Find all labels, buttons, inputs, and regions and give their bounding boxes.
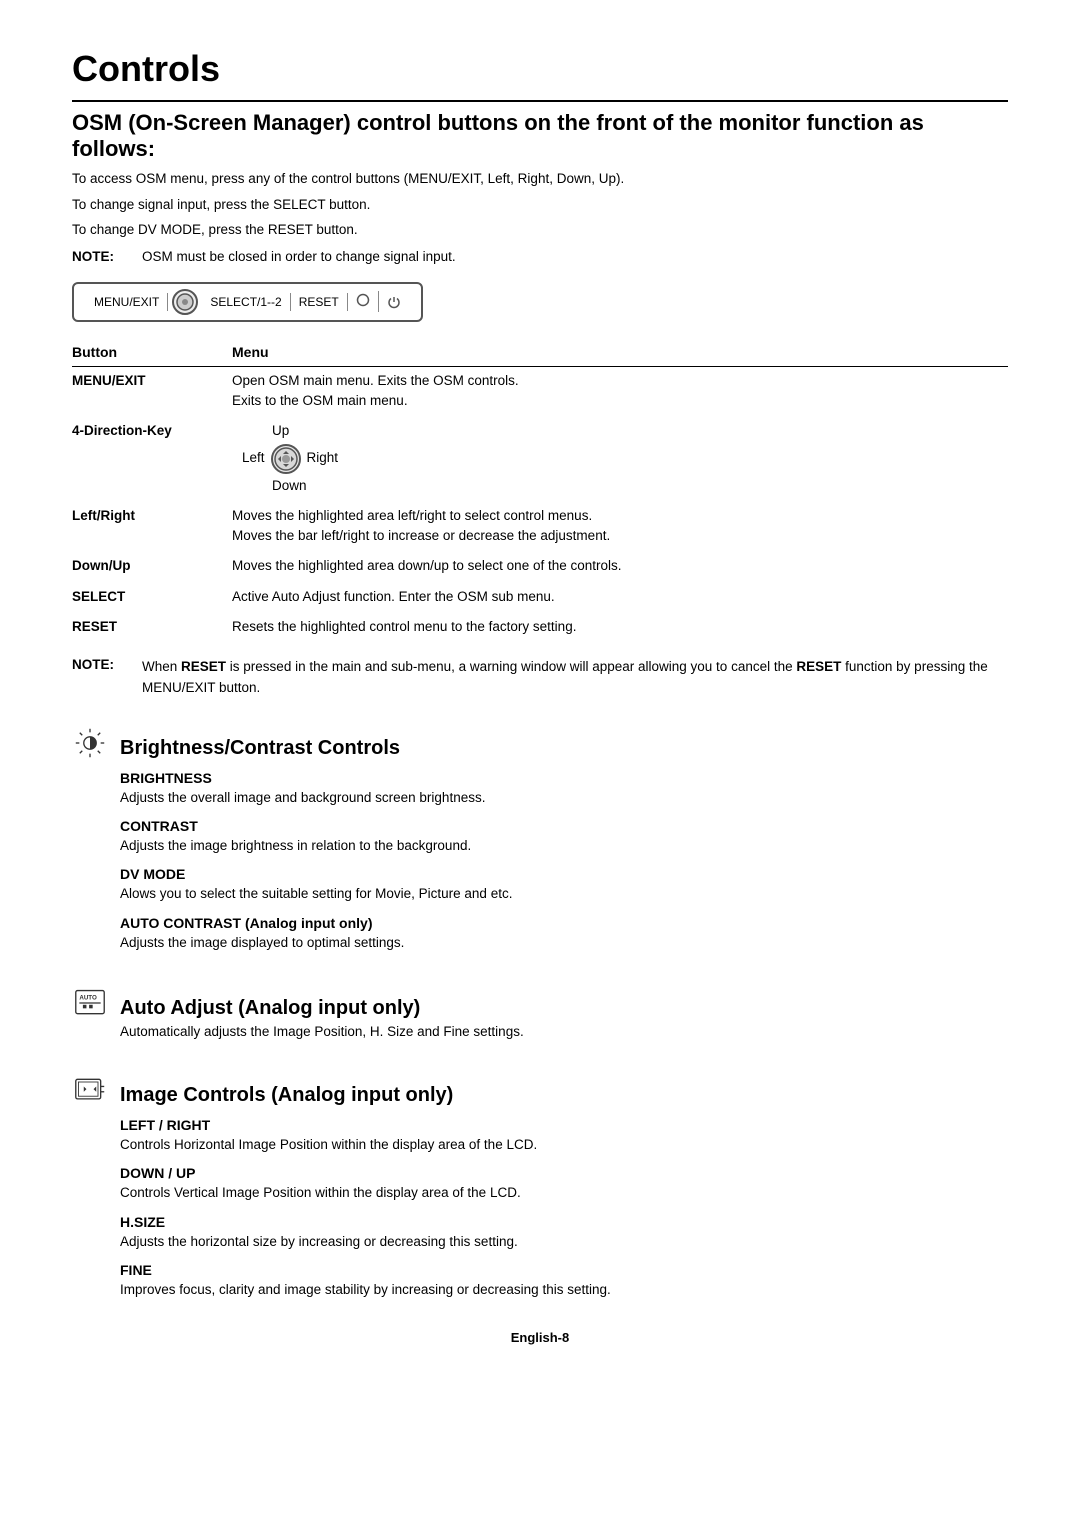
table-row: Left/Right Moves the highlighted area le… bbox=[72, 502, 1008, 553]
fine-text: Improves focus, clarity and image stabil… bbox=[120, 1280, 1008, 1300]
table-row: Down/Up Moves the highlighted area down/… bbox=[72, 552, 1008, 582]
auto-contrast-text: Adjusts the image displayed to optimal s… bbox=[120, 933, 1008, 953]
osm-heading: OSM (On-Screen Manager) control buttons … bbox=[72, 110, 1008, 162]
direction-right-label: Right bbox=[307, 448, 339, 468]
menu-direction-key: Up Left bbox=[232, 417, 1008, 502]
note-text-2: When RESET is pressed in the main and su… bbox=[142, 657, 1008, 699]
direction-left-label: Left bbox=[242, 448, 265, 468]
intro-line-3: To change DV MODE, press the RESET butto… bbox=[72, 219, 1008, 241]
table-row: SELECT Active Auto Adjust function. Ente… bbox=[72, 583, 1008, 613]
left-right-text: Controls Horizontal Image Position withi… bbox=[120, 1135, 1008, 1155]
dv-mode-text: Alows you to select the suitable setting… bbox=[120, 884, 1008, 904]
auto-contrast-block: AUTO CONTRAST (Analog input only) Adjust… bbox=[120, 915, 1008, 953]
btn-select: SELECT bbox=[72, 583, 232, 613]
dv-mode-block: DV MODE Alows you to select the suitable… bbox=[120, 866, 1008, 904]
hsize-block: H.SIZE Adjusts the horizontal size by in… bbox=[120, 1214, 1008, 1252]
btn-left-right: Left/Right bbox=[72, 502, 232, 553]
auto-contrast-title: AUTO CONTRAST (Analog input only) bbox=[120, 915, 1008, 931]
image-controls-heading: Image Controls (Analog input only) bbox=[120, 1084, 1008, 1107]
image-controls-content: Image Controls (Analog input only) LEFT … bbox=[120, 1070, 1008, 1306]
note-label-1: NOTE: bbox=[72, 249, 142, 264]
down-up-title: DOWN / UP bbox=[120, 1165, 1008, 1181]
hsize-text: Adjusts the horizontal size by increasin… bbox=[120, 1232, 1008, 1252]
ctrl-standby-circle bbox=[348, 291, 379, 312]
menu-down-up: Moves the highlighted area down/up to se… bbox=[232, 552, 1008, 582]
contrast-title: CONTRAST bbox=[120, 818, 1008, 834]
note-label-2: NOTE: bbox=[72, 657, 142, 672]
auto-adjust-text: Automatically adjusts the Image Position… bbox=[120, 1022, 1008, 1042]
brightness-section: Brightness/Contrast Controls BRIGHTNESS … bbox=[72, 723, 1008, 959]
fine-block: FINE Improves focus, clarity and image s… bbox=[120, 1262, 1008, 1300]
note-text-1: OSM must be closed in order to change si… bbox=[142, 249, 456, 264]
intro-line-2: To change signal input, press the SELECT… bbox=[72, 194, 1008, 216]
brightness-heading: Brightness/Contrast Controls bbox=[120, 737, 1008, 760]
menu-reset: Resets the highlighted control menu to t… bbox=[232, 613, 1008, 643]
auto-adjust-section: AUTO Auto Adjust (Analog input only) Aut… bbox=[72, 983, 1008, 1046]
table-header-menu: Menu bbox=[232, 344, 1008, 367]
ctrl-reset: RESET bbox=[291, 293, 348, 311]
menu-menu-exit: Open OSM main menu. Exits the OSM contro… bbox=[232, 366, 1008, 417]
page-footer: English-8 bbox=[72, 1330, 1008, 1345]
contrast-text: Adjusts the image brightness in relation… bbox=[120, 836, 1008, 856]
btn-menu-exit: MENU/EXIT bbox=[72, 366, 232, 417]
image-controls-icon bbox=[72, 1072, 108, 1108]
table-row: RESET Resets the highlighted control men… bbox=[72, 613, 1008, 643]
left-right-block: LEFT / RIGHT Controls Horizontal Image P… bbox=[120, 1117, 1008, 1155]
direction-down: Down bbox=[242, 476, 307, 496]
brightness-text: Adjusts the overall image and background… bbox=[120, 788, 1008, 808]
brightness-content: Brightness/Contrast Controls BRIGHTNESS … bbox=[120, 723, 1008, 959]
dv-mode-title: DV MODE bbox=[120, 866, 1008, 882]
ctrl-select: SELECT/1--2 bbox=[202, 293, 290, 311]
brightness-icon bbox=[72, 725, 108, 761]
left-right-title: LEFT / RIGHT bbox=[120, 1117, 1008, 1133]
auto-adjust-heading: Auto Adjust (Analog input only) bbox=[120, 997, 1008, 1020]
osm-note2: NOTE: When RESET is pressed in the main … bbox=[72, 657, 1008, 699]
table-row: 4-Direction-Key Up Left bbox=[72, 417, 1008, 502]
brightness-brightness: BRIGHTNESS Adjusts the overall image and… bbox=[120, 770, 1008, 808]
button-menu-table: Button Menu MENU/EXIT Open OSM main menu… bbox=[72, 344, 1008, 643]
contrast-block: CONTRAST Adjusts the image brightness in… bbox=[120, 818, 1008, 856]
ctrl-menu-exit: MENU/EXIT bbox=[86, 293, 168, 311]
intro-line-1: To access OSM menu, press any of the con… bbox=[72, 168, 1008, 190]
down-up-block: DOWN / UP Controls Vertical Image Positi… bbox=[120, 1165, 1008, 1203]
direction-knob-icon bbox=[271, 444, 301, 474]
btn-down-up: Down/Up bbox=[72, 552, 232, 582]
control-bar: MENU/EXIT SELECT/1--2 RESET bbox=[72, 282, 423, 322]
btn-direction-key: 4-Direction-Key bbox=[72, 417, 232, 502]
ctrl-knob-icon bbox=[172, 289, 198, 315]
brightness-title: BRIGHTNESS bbox=[120, 770, 1008, 786]
table-header-button: Button bbox=[72, 344, 232, 367]
direction-up: Up bbox=[242, 421, 289, 441]
fine-title: FINE bbox=[120, 1262, 1008, 1278]
auto-adjust-icon: AUTO bbox=[72, 985, 108, 1021]
auto-adjust-content: Auto Adjust (Analog input only) Automati… bbox=[120, 983, 1008, 1046]
image-controls-section: Image Controls (Analog input only) LEFT … bbox=[72, 1070, 1008, 1306]
hsize-title: H.SIZE bbox=[120, 1214, 1008, 1230]
osm-note: NOTE: OSM must be closed in order to cha… bbox=[72, 249, 1008, 264]
ctrl-power bbox=[379, 293, 409, 311]
table-row: MENU/EXIT Open OSM main menu. Exits the … bbox=[72, 366, 1008, 417]
menu-select: Active Auto Adjust function. Enter the O… bbox=[232, 583, 1008, 613]
menu-left-right: Moves the highlighted area left/right to… bbox=[232, 502, 1008, 553]
btn-reset: RESET bbox=[72, 613, 232, 643]
svg-text:AUTO: AUTO bbox=[79, 994, 97, 1001]
page-title: Controls bbox=[72, 48, 1008, 102]
down-up-text: Controls Vertical Image Position within … bbox=[120, 1183, 1008, 1203]
